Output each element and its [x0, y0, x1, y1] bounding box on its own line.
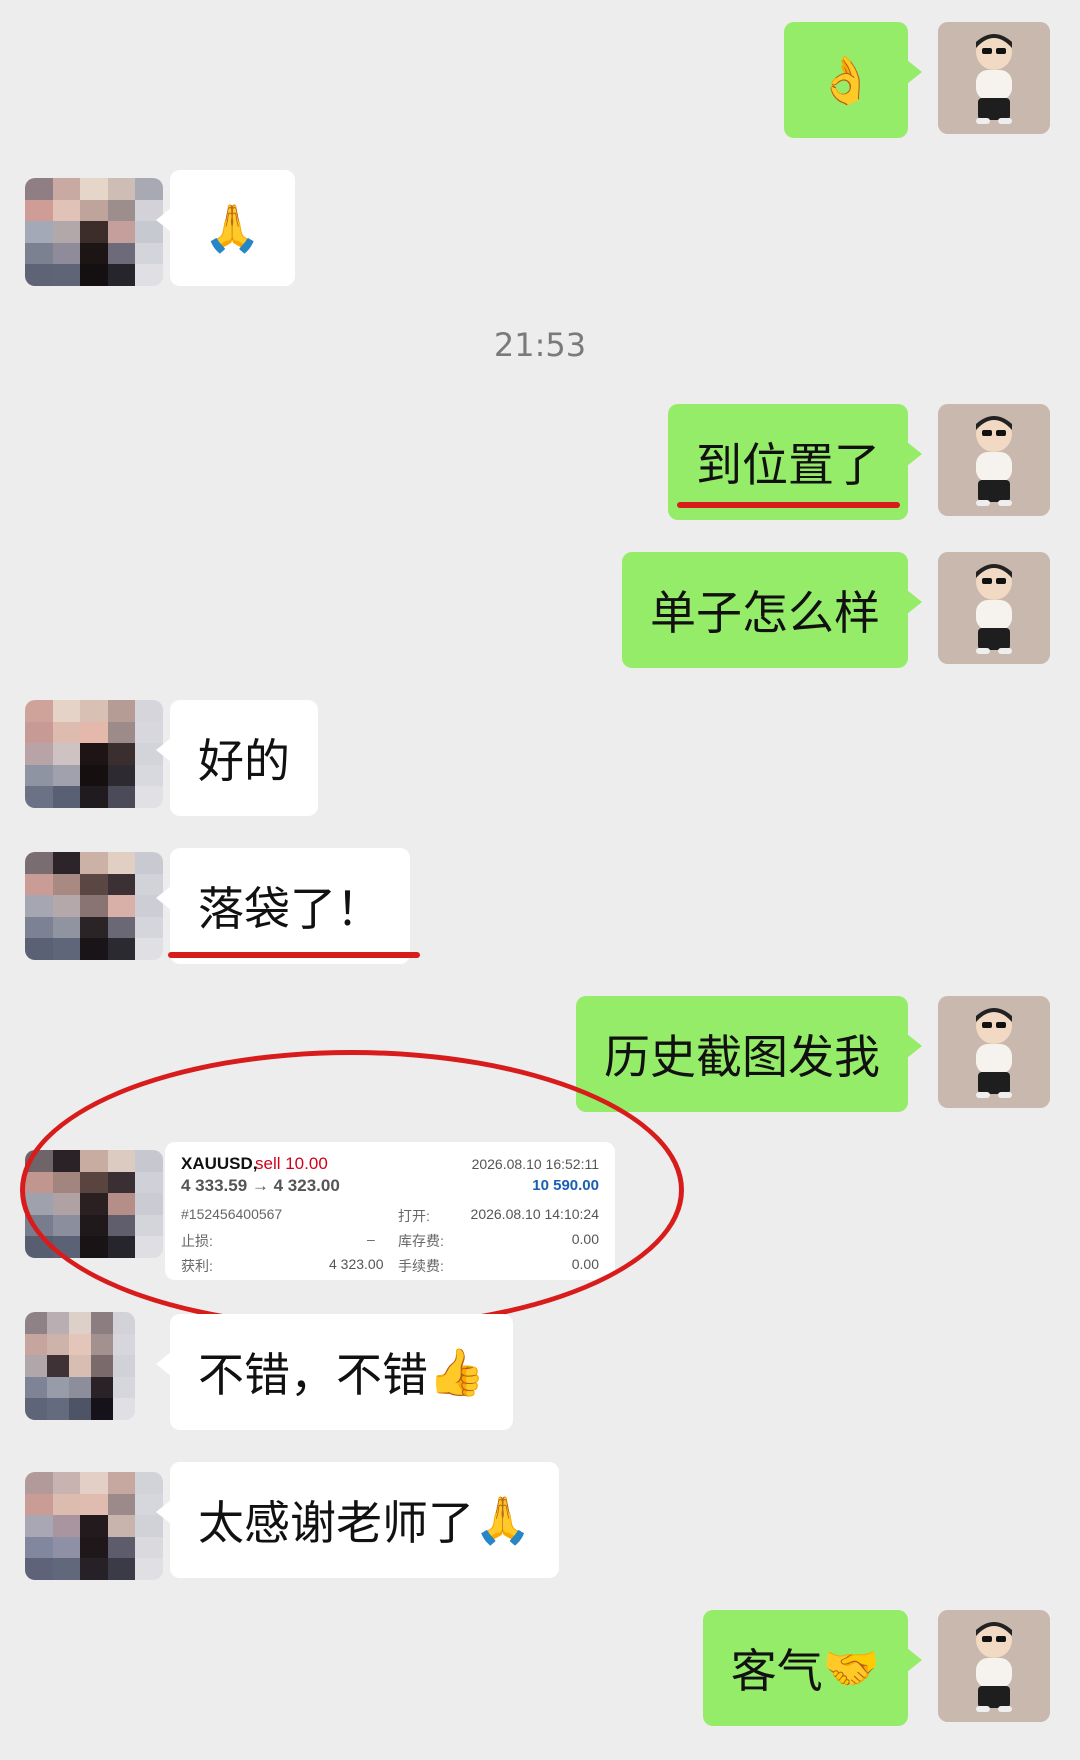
- message-text: 历史截图发我: [604, 1030, 880, 1084]
- annotation-underline: [168, 952, 420, 958]
- pixelated-image: [25, 1472, 163, 1580]
- order-id: #152456400567: [181, 1206, 283, 1222]
- contact-avatar-blurred[interactable]: [25, 178, 163, 286]
- swap-value: 0.00: [571, 1231, 599, 1247]
- sl-value: –: [367, 1231, 375, 1247]
- message-bubble[interactable]: 历史截图发我: [576, 996, 922, 1112]
- contact-avatar-blurred[interactable]: [25, 1312, 135, 1420]
- sl-label: 止损:: [181, 1233, 213, 1249]
- tp-label: 获利:: [181, 1258, 213, 1274]
- pixelated-image: [25, 178, 163, 286]
- side-label: sell 10.00: [255, 1154, 328, 1173]
- cartoon-avatar-icon: [938, 22, 1050, 134]
- contact-avatar-blurred[interactable]: [25, 1472, 163, 1580]
- message-bubble[interactable]: 落袋了！: [156, 848, 410, 964]
- pray-emoji-icon: 🙏: [474, 1493, 532, 1547]
- pixelated-image: [25, 1312, 135, 1420]
- message-bubble[interactable]: 太感谢老师了 🙏: [155, 1462, 560, 1578]
- chat-timestamp: 21:53: [493, 326, 587, 364]
- contact-avatar-blurred[interactable]: [25, 700, 163, 808]
- contact-avatar-blurred[interactable]: [25, 852, 163, 960]
- message-bubble[interactable]: 🙏: [156, 170, 295, 286]
- open-label: 打开:: [398, 1208, 430, 1224]
- message-text: 好的: [198, 734, 290, 788]
- fee-label: 手续费:: [398, 1258, 444, 1274]
- pray-emoji-icon: 🙏: [203, 201, 262, 255]
- swap-label: 库存费:: [398, 1233, 444, 1249]
- fee-value: 0.00: [571, 1256, 599, 1272]
- pixelated-image: [25, 700, 163, 808]
- thumbs-up-emoji-icon: 👍: [428, 1345, 486, 1399]
- message-text: 到位置了: [696, 438, 880, 492]
- message-bubble[interactable]: 单子怎么样: [622, 552, 922, 668]
- message-bubble[interactable]: 不错，不错 👍: [155, 1314, 514, 1430]
- annotation-underline: [677, 502, 900, 508]
- message-bubble[interactable]: 客气 🤝: [702, 1610, 923, 1726]
- handshake-emoji-icon: 🤝: [822, 1641, 880, 1695]
- my-avatar[interactable]: [938, 22, 1050, 134]
- my-avatar[interactable]: [938, 996, 1050, 1108]
- symbol-label: XAUUSD,: [181, 1154, 258, 1173]
- pixelated-image: [25, 852, 163, 960]
- my-avatar[interactable]: [938, 1610, 1050, 1722]
- message-text: 不错，不错: [198, 1348, 428, 1402]
- pixelated-image: [25, 1150, 163, 1258]
- my-avatar[interactable]: [938, 552, 1050, 664]
- open-time: 2026.08.10 14:10:24: [470, 1206, 599, 1222]
- trade-history-image[interactable]: XAUUSD, sell 10.00 4 333.59 → 4 323.00 2…: [165, 1142, 615, 1280]
- tp-value: 4 323.00: [329, 1256, 384, 1272]
- contact-avatar-blurred[interactable]: [25, 1150, 163, 1258]
- message-text: 客气: [730, 1644, 823, 1698]
- cartoon-avatar-icon: [938, 996, 1050, 1108]
- close-time: 2026.08.10 16:52:11: [471, 1156, 599, 1172]
- cartoon-avatar-icon: [938, 552, 1050, 664]
- message-bubble[interactable]: 👌: [784, 22, 922, 138]
- message-text: 单子怎么样: [650, 586, 880, 640]
- price-range: 4 333.59 → 4 323.00: [181, 1176, 340, 1195]
- message-text: 落袋了！: [198, 882, 382, 936]
- cartoon-avatar-icon: [938, 1610, 1050, 1722]
- ok-hand-emoji-icon: 👌: [817, 53, 875, 107]
- profit-value: 10 590.00: [532, 1177, 599, 1194]
- message-bubble[interactable]: 好的: [156, 700, 318, 816]
- cartoon-avatar-icon: [938, 404, 1050, 516]
- my-avatar[interactable]: [938, 404, 1050, 516]
- message-text: 太感谢老师了: [198, 1496, 474, 1550]
